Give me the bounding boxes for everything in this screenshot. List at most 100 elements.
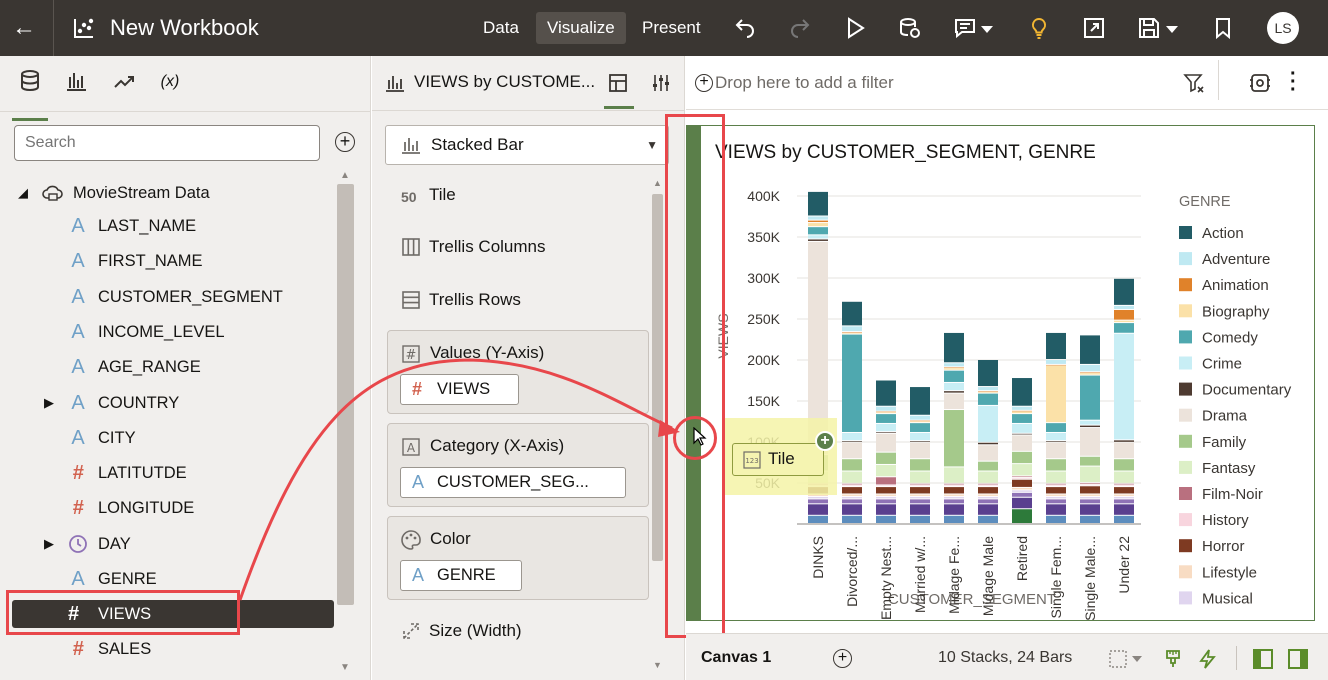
- size-width-drop-target[interactable]: Size (Width): [387, 619, 522, 643]
- tree-item[interactable]: ▶ A COUNTRY: [0, 388, 340, 418]
- drag-tooltip-label: Tile: [768, 449, 795, 468]
- attribute-icon: A: [71, 286, 85, 308]
- auto-apply-lightning-icon[interactable]: [1198, 649, 1218, 669]
- canvas-tab[interactable]: Canvas 1: [701, 649, 771, 667]
- save-menu-chevron-down-icon[interactable]: [1165, 16, 1179, 40]
- bar-segment: [1046, 432, 1066, 441]
- bar-segment: [1114, 471, 1134, 483]
- chart-type-select[interactable]: Stacked Bar ▼: [385, 125, 669, 165]
- tree-item[interactable]: # LATITUTDE: [0, 458, 340, 488]
- tab-visualize[interactable]: Visualize: [536, 12, 626, 44]
- values-y-axis-section[interactable]: # Values (Y-Axis) # VIEWS: [387, 330, 649, 414]
- search-input[interactable]: [14, 125, 320, 161]
- bar-segment: [910, 494, 930, 496]
- bar-segment: [944, 483, 964, 485]
- trellis-columns-drop-target[interactable]: Trellis Columns: [387, 235, 546, 259]
- layout-grid-dropdown-icon[interactable]: [1109, 650, 1143, 668]
- tree-item[interactable]: # LONGITUDE: [0, 493, 340, 523]
- bar-segment: [808, 515, 828, 523]
- redo-icon[interactable]: [788, 16, 812, 40]
- data-tab[interactable]: [12, 69, 48, 121]
- tree-item[interactable]: A FIRST_NAME: [0, 246, 340, 276]
- bar-chart-icon: [402, 138, 420, 154]
- scroll-down-icon[interactable]: ▼: [653, 660, 662, 670]
- legend-swatch: [1179, 278, 1192, 292]
- back-arrow-icon[interactable]: ←: [12, 14, 36, 42]
- legend-title: GENRE: [1179, 194, 1231, 210]
- collapsed-triangle-icon[interactable]: ▶: [44, 388, 54, 418]
- scrollbar[interactable]: [337, 184, 354, 605]
- tree-item[interactable]: A LAST_NAME: [0, 211, 340, 241]
- tab-data[interactable]: Data: [472, 12, 530, 44]
- refresh-data-icon[interactable]: [898, 16, 922, 40]
- user-avatar[interactable]: LS: [1267, 12, 1299, 44]
- bar-chart-icon: [67, 73, 86, 91]
- tree-item[interactable]: # SALES: [0, 634, 340, 664]
- bar-segment: [1080, 484, 1100, 486]
- filter-bar[interactable]: + Drop here to add a filter · · ·: [686, 56, 1328, 110]
- tree-item[interactable]: ▶ DAY: [0, 529, 340, 559]
- scroll-down-icon[interactable]: ▼: [340, 662, 350, 673]
- customer-segment-field-pill[interactable]: A CUSTOMER_SEG...: [400, 467, 626, 498]
- run-play-icon[interactable]: [843, 16, 867, 40]
- tree-item[interactable]: A CITY: [0, 423, 340, 453]
- tree-root-moviestream[interactable]: ◢ MovieStream Data: [0, 178, 340, 208]
- add-plus-badge-icon: +: [815, 431, 835, 451]
- tree-item[interactable]: A CUSTOMER_SEGMENT: [0, 282, 340, 312]
- grammar-tab[interactable]: [604, 56, 634, 109]
- bar-segment: [944, 363, 964, 367]
- calculations-tab-icon[interactable]: (x): [152, 69, 188, 99]
- category-x-axis-section[interactable]: A Category (X-Axis) A CUSTOMER_SEG...: [387, 423, 649, 507]
- stacked-bar-chart[interactable]: VIEWS by CUSTOMER_SEGMENT, GENRE VIEWS C…: [701, 126, 1313, 620]
- filter-funnel-icon[interactable]: [1183, 72, 1205, 94]
- export-share-icon[interactable]: [1082, 16, 1106, 40]
- divider: [53, 0, 54, 56]
- bar-segment: [1114, 485, 1134, 487]
- bar-segment: [1080, 375, 1100, 420]
- add-canvas-plus-icon[interactable]: +: [833, 649, 852, 668]
- add-data-plus-icon[interactable]: +: [335, 132, 355, 152]
- tree-item[interactable]: A INCOME_LEVEL: [0, 317, 340, 347]
- add-filter-plus-icon[interactable]: +: [695, 74, 713, 92]
- collapsed-triangle-icon[interactable]: ▶: [44, 529, 54, 559]
- properties-sliders-icon[interactable]: [651, 73, 671, 93]
- bar-segment: [1046, 365, 1066, 423]
- pill-label: VIEWS: [437, 380, 491, 398]
- right-panel-toggle-icon[interactable]: [1287, 648, 1309, 670]
- x-tick-label: Empty Nest...: [878, 536, 894, 620]
- bar-segment: [876, 499, 896, 504]
- measure-hash-icon: #: [412, 379, 423, 399]
- legend-swatch: [1179, 408, 1192, 422]
- tree-item[interactable]: A AGE_RANGE: [0, 352, 340, 382]
- trellis-rows-drop-target[interactable]: Trellis Rows: [387, 288, 521, 312]
- visualizations-tab[interactable]: [58, 69, 94, 99]
- scroll-up-icon[interactable]: ▲: [340, 170, 350, 181]
- bar-segment: [1114, 459, 1134, 471]
- more-vertical-icon[interactable]: · · ·: [1290, 64, 1298, 100]
- comment-icon[interactable]: [953, 16, 977, 40]
- bar-segment: [1046, 496, 1066, 499]
- undo-icon[interactable]: [733, 16, 757, 40]
- genre-field-pill[interactable]: A GENRE: [400, 560, 522, 591]
- bar-segment: [842, 332, 862, 334]
- canvas-settings-icon[interactable]: [1249, 72, 1271, 94]
- save-icon[interactable]: [1137, 16, 1161, 40]
- bar-segment: [1080, 420, 1100, 425]
- expanded-triangle-icon[interactable]: ◢: [18, 178, 28, 208]
- color-section[interactable]: Color A GENRE: [387, 516, 649, 600]
- views-field-pill[interactable]: # VIEWS: [400, 374, 519, 405]
- legend-item-label: Fantasy: [1202, 460, 1256, 477]
- bookmark-icon[interactable]: [1211, 16, 1235, 40]
- comment-menu-chevron-down-icon[interactable]: [980, 16, 994, 40]
- scroll-up-icon[interactable]: ▲: [653, 178, 662, 188]
- tab-present[interactable]: Present: [631, 12, 712, 44]
- analytics-tab[interactable]: [106, 69, 142, 99]
- brush-icon[interactable]: [1163, 649, 1183, 669]
- legend-item-label: Crime: [1202, 356, 1242, 373]
- left-panel-toggle-icon[interactable]: [1252, 648, 1274, 670]
- bar-segment: [842, 483, 862, 485]
- scrollbar[interactable]: [652, 194, 663, 561]
- bar-segment: [978, 485, 998, 487]
- insights-lightbulb-icon[interactable]: [1027, 16, 1051, 40]
- tile-drop-target[interactable]: 50 Tile: [387, 183, 456, 207]
